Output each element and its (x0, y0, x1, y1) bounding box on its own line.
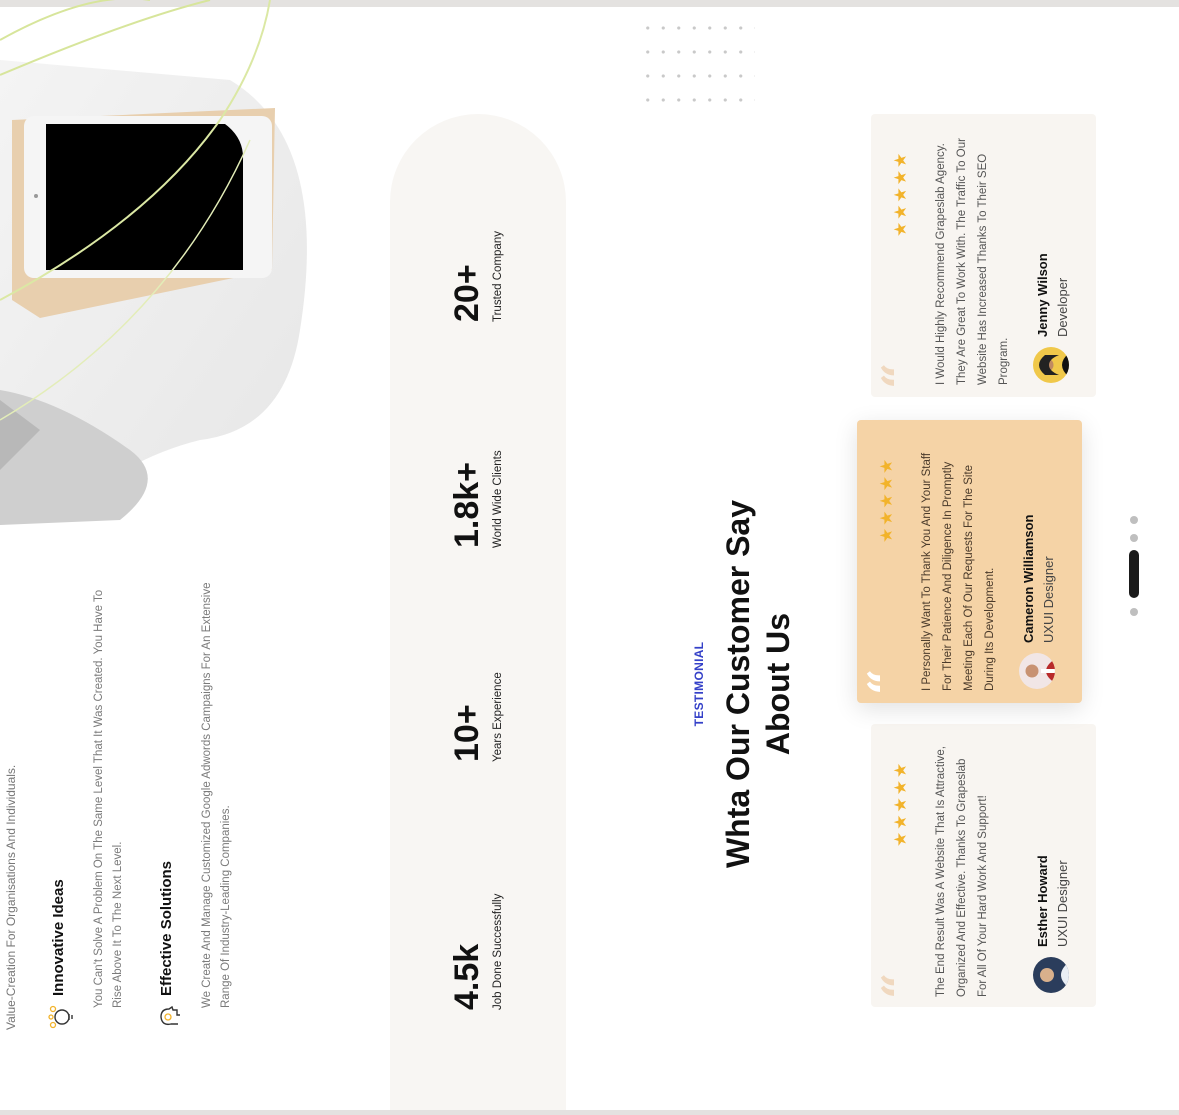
testimonial-card-featured: “ ★★★★★ I Personally Want To Thank You A… (857, 420, 1082, 703)
reviewer-role: UXUI Designer (1055, 860, 1070, 947)
section-eyebrow: TESTIMONIAL (692, 641, 706, 727)
reviewer-name: Jenny Wilson (1035, 253, 1050, 337)
rating-stars: ★★★★★ (891, 150, 910, 237)
head-bulb-icon (160, 1005, 180, 1026)
stat-value: 4.5k (448, 943, 486, 1010)
slider-dot[interactable] (1130, 608, 1138, 616)
slider-dot[interactable] (1130, 516, 1138, 524)
stat-value: 10+ (448, 704, 486, 762)
bottom-edge (0, 1110, 1179, 1115)
rating-stars: ★★★★★ (891, 760, 910, 847)
feature-title: Effective Solutions (158, 860, 175, 996)
stat-label: Years Experience (492, 672, 504, 762)
features-list: Value-Creation For Organisations And Ind… (0, 570, 260, 1030)
section-title: Whta Our Customer Say About Us (720, 499, 796, 869)
features-intro: Value-Creation For Organisations And Ind… (2, 765, 21, 1030)
dot-grid-decoration (640, 16, 755, 122)
stat-value: 1.8k+ (448, 461, 486, 548)
reviewer-name: Esther Howard (1035, 855, 1050, 947)
feature-description: You Can't Solve A Problem On The Same Le… (93, 589, 124, 1008)
review-text: I Personally Want To Thank You And Your … (921, 452, 996, 691)
testimonial-card-content: “ ★★★★★ I Personally Want To Thank You A… (857, 420, 1082, 703)
rating-stars: ★★★★★ (877, 456, 896, 543)
stat-trusted-company: 20+ Trusted Company (448, 0, 538, 322)
testimonial-card-content: “ ★★★★★ I Would Highly Recommend Grapesl… (871, 114, 1096, 397)
feature-description: We Create And Manage Customized Google A… (201, 582, 232, 1008)
reviewer-role: Developer (1055, 277, 1070, 337)
reviewer-role: UXUI Designer (1041, 556, 1056, 643)
quote-mark-icon: “ (858, 668, 912, 695)
page-canvas: Value-Creation For Organisations And Ind… (0, 0, 1179, 1115)
hero-image (0, 0, 307, 525)
stat-value: 20+ (448, 264, 486, 322)
features-intro-line: Value-Creation For Organisations And Ind… (4, 764, 18, 1030)
reviewer-name: Cameron Williamson (1021, 514, 1036, 643)
avatar (1033, 957, 1069, 993)
slider-dot[interactable] (1130, 534, 1138, 542)
review-text: I Would Highly Recommend Grapeslab Agenc… (935, 138, 1010, 385)
quote-mark-icon: “ (872, 362, 926, 389)
testimonial-card: “ ★★★★★ I Would Highly Recommend Grapesl… (871, 114, 1096, 397)
testimonial-heading: TESTIMONIAL Whta Our Customer Say About … (692, 374, 812, 868)
feature-title: Innovative Ideas (50, 879, 67, 996)
stat-label: Trusted Company (492, 231, 504, 322)
stat-label: World Wide Clients (492, 450, 504, 548)
testimonial-card-content: “ ★★★★★ The End Result Was A Website Tha… (871, 724, 1096, 1007)
quote-mark-icon: “ (872, 972, 926, 999)
lightbulb-gears-icon (48, 1005, 73, 1029)
stat-label: Job Done Successfully (492, 893, 504, 1010)
testimonial-card: “ ★★★★★ The End Result Was A Website Tha… (871, 724, 1096, 1007)
review-text: The End Result Was A Website That Is Att… (935, 746, 989, 997)
slider-dot-active[interactable] (1129, 550, 1139, 598)
avatar (1019, 653, 1055, 689)
avatar (1033, 347, 1069, 383)
